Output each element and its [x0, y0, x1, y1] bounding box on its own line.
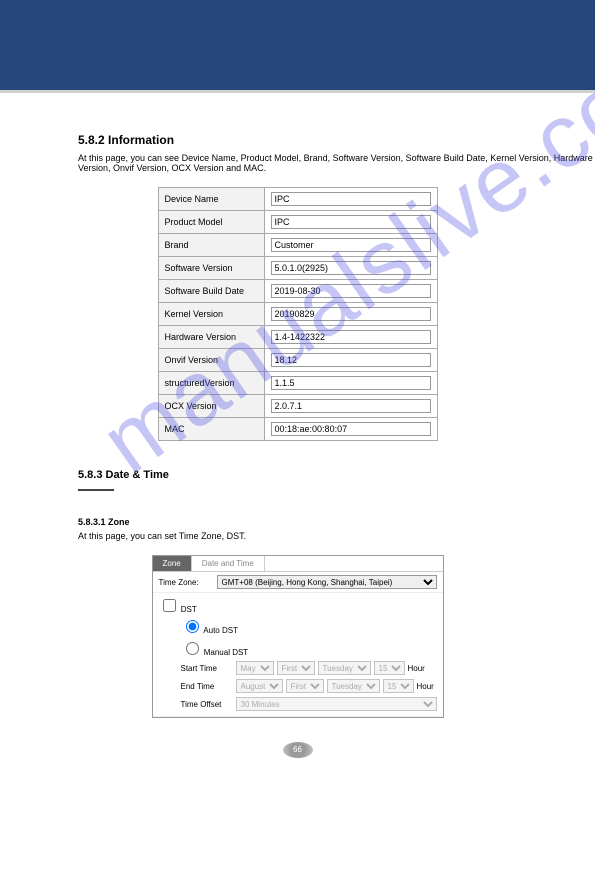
info-label: Hardware Version	[158, 326, 264, 349]
time-zone-panel: Zone Date and Time Time Zone: GMT+08 (Be…	[152, 555, 444, 718]
info-label: OCX Version	[158, 395, 264, 418]
info-label: Product Model	[158, 211, 264, 234]
page-number: 66	[283, 742, 313, 758]
manual-dst-radio-row[interactable]: Manual DST	[181, 648, 249, 657]
info-value-cell	[264, 257, 437, 280]
end-week-select[interactable]: First	[286, 679, 324, 693]
tabs: Zone Date and Time	[153, 556, 443, 572]
info-value-input[interactable]	[271, 353, 431, 367]
info-value-cell	[264, 418, 437, 441]
header-banner	[0, 0, 595, 93]
info-value-cell	[264, 349, 437, 372]
info-value-input[interactable]	[271, 399, 431, 413]
start-time-label: Start Time	[181, 664, 233, 673]
manual-dst-label: Manual DST	[204, 648, 248, 657]
end-hour-select[interactable]: 15	[383, 679, 414, 693]
tab-zone[interactable]: Zone	[153, 556, 192, 571]
dst-checkbox[interactable]	[163, 599, 176, 612]
start-day-select[interactable]: Tuesday	[318, 661, 371, 675]
table-row: Device Name	[158, 188, 437, 211]
section-title-datetime: 5.8.3 Date & Time	[78, 469, 595, 485]
time-offset-label: Time Offset	[181, 700, 233, 709]
info-label: Device Name	[158, 188, 264, 211]
info-label: Software Build Date	[158, 280, 264, 303]
info-value-input[interactable]	[271, 307, 431, 321]
start-month-select[interactable]: May	[236, 661, 274, 675]
time-offset-select[interactable]: 30 Minutes	[236, 697, 437, 711]
info-value-cell	[264, 211, 437, 234]
start-week-select[interactable]: First	[277, 661, 315, 675]
start-hour-select[interactable]: 15	[374, 661, 405, 675]
info-value-input[interactable]	[271, 215, 431, 229]
tab-datetime[interactable]: Date and Time	[192, 556, 265, 571]
end-time-label: End Time	[181, 682, 233, 691]
info-label: MAC	[158, 418, 264, 441]
dst-label: DST	[181, 605, 197, 614]
table-row: Kernel Version	[158, 303, 437, 326]
table-row: MAC	[158, 418, 437, 441]
underline	[78, 489, 114, 491]
hour-unit-2: Hour	[417, 682, 434, 691]
auto-dst-radio-row[interactable]: Auto DST	[181, 626, 238, 635]
info-value-cell	[264, 303, 437, 326]
auto-dst-radio[interactable]	[186, 620, 199, 633]
dst-checkbox-row[interactable]: DST	[159, 605, 197, 614]
table-row: Software Build Date	[158, 280, 437, 303]
info-label: Kernel Version	[158, 303, 264, 326]
device-info-table: Device NameProduct ModelBrandSoftware Ve…	[158, 187, 438, 441]
info-value-cell	[264, 395, 437, 418]
table-row: Brand	[158, 234, 437, 257]
table-row: Hardware Version	[158, 326, 437, 349]
info-value-input[interactable]	[271, 284, 431, 298]
end-day-select[interactable]: Tuesday	[327, 679, 380, 693]
table-row: Software Version	[158, 257, 437, 280]
info-label: Software Version	[158, 257, 264, 280]
info-value-cell	[264, 326, 437, 349]
table-row: Onvif Version	[158, 349, 437, 372]
hour-unit-1: Hour	[408, 664, 425, 673]
end-month-select[interactable]: August	[236, 679, 283, 693]
info-value-input[interactable]	[271, 238, 431, 252]
info-value-input[interactable]	[271, 376, 431, 390]
info-label: Brand	[158, 234, 264, 257]
auto-dst-label: Auto DST	[203, 626, 238, 635]
info-value-input[interactable]	[271, 261, 431, 275]
timezone-select[interactable]: GMT+08 (Beijing, Hong Kong, Shanghai, Ta…	[217, 575, 437, 589]
info-value-cell	[264, 372, 437, 395]
info-value-input[interactable]	[271, 192, 431, 206]
table-row: Product Model	[158, 211, 437, 234]
section-desc-information: At this page, you can see Device Name, P…	[78, 153, 595, 173]
info-value-input[interactable]	[271, 330, 431, 344]
section-title-information: 5.8.2 Information	[78, 133, 595, 147]
timezone-label: Time Zone:	[159, 578, 217, 587]
section-desc-zone: At this page, you can set Time Zone, DST…	[78, 531, 595, 541]
table-row: OCX Version	[158, 395, 437, 418]
manual-dst-radio[interactable]	[186, 642, 199, 655]
table-row: structuredVersion	[158, 372, 437, 395]
section-subtitle-zone: 5.8.3.1 Zone	[78, 517, 595, 527]
info-label: Onvif Version	[158, 349, 264, 372]
info-value-input[interactable]	[271, 422, 431, 436]
info-label: structuredVersion	[158, 372, 264, 395]
info-value-cell	[264, 234, 437, 257]
info-value-cell	[264, 188, 437, 211]
info-value-cell	[264, 280, 437, 303]
